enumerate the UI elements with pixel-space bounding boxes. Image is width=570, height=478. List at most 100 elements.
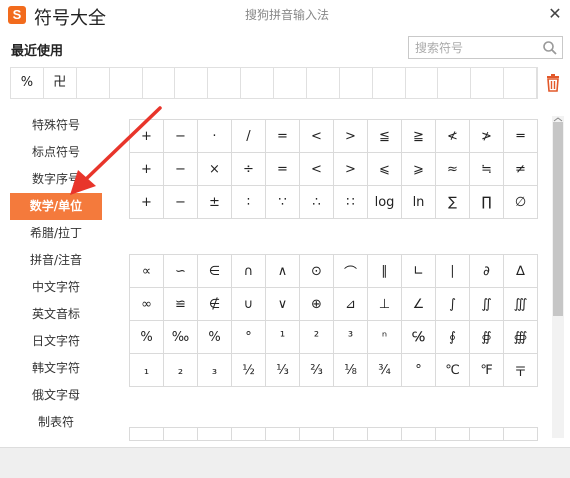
symbol-cell[interactable]: ∞ [129, 287, 164, 321]
symbol-cell[interactable]: ≠ [503, 152, 538, 186]
symbol-cell[interactable]: ° [401, 353, 436, 387]
symbol-cell[interactable] [401, 427, 436, 441]
symbol-cell[interactable]: % [197, 320, 232, 354]
recent-symbol-cell[interactable] [406, 68, 439, 98]
recent-symbol-cell[interactable] [208, 68, 242, 98]
symbol-cell[interactable]: ½ [231, 353, 266, 387]
symbol-cell[interactable]: ∥ [367, 254, 402, 288]
symbol-cell[interactable] [435, 427, 470, 441]
sidebar-item[interactable]: 制表符 [10, 409, 102, 436]
recent-symbol-cell[interactable] [274, 68, 307, 98]
symbol-cell[interactable]: ∵ [265, 185, 300, 219]
symbol-cell[interactable]: ⊙ [299, 254, 334, 288]
symbol-cell[interactable]: > [333, 152, 368, 186]
symbol-cell[interactable]: ⅛ [333, 353, 368, 387]
symbol-cell[interactable]: > [333, 119, 368, 153]
recent-symbol-cell[interactable] [373, 68, 406, 98]
symbol-cell[interactable]: ∂ [469, 254, 504, 288]
sidebar-item[interactable]: 希腊/拉丁 [10, 220, 102, 247]
symbol-cell[interactable]: ∩ [231, 254, 266, 288]
symbol-cell[interactable]: ⩾ [401, 152, 436, 186]
search-box[interactable] [408, 36, 563, 59]
symbol-cell[interactable] [333, 427, 368, 441]
symbol-cell[interactable]: ∬ [469, 287, 504, 321]
symbol-cell[interactable]: = [265, 152, 300, 186]
symbol-cell[interactable] [265, 427, 300, 441]
symbol-cell[interactable]: ² [299, 320, 334, 354]
symbol-cell[interactable]: ₁ [129, 353, 164, 387]
symbol-cell[interactable]: ⌒ [333, 254, 368, 288]
symbol-cell[interactable]: ℃ [435, 353, 470, 387]
symbol-cell[interactable]: ∅ [503, 185, 538, 219]
search-icon[interactable] [542, 40, 558, 56]
symbol-cell[interactable] [367, 427, 402, 441]
symbol-cell[interactable] [129, 427, 164, 441]
symbol-cell[interactable]: ≯ [469, 119, 504, 153]
sidebar-item[interactable]: 数字序号 [10, 166, 102, 193]
symbol-cell[interactable]: ≌ [163, 287, 198, 321]
recent-symbol-cell[interactable] [77, 68, 110, 98]
symbol-cell[interactable]: ∽ [163, 254, 198, 288]
symbol-cell[interactable]: ∏ [469, 185, 504, 219]
symbol-cell[interactable]: ∨ [265, 287, 300, 321]
sidebar-item[interactable]: 拼音/注音 [10, 247, 102, 274]
symbol-cell[interactable]: ═ [503, 119, 538, 153]
symbol-cell[interactable]: ≒ [469, 152, 504, 186]
symbol-cell[interactable]: ⅓ [265, 353, 300, 387]
trash-icon[interactable] [545, 74, 561, 92]
symbol-cell[interactable] [197, 427, 232, 441]
recent-symbol-cell[interactable] [110, 68, 143, 98]
recent-symbol-cell[interactable] [307, 68, 340, 98]
sidebar-item[interactable]: 英文音标 [10, 301, 102, 328]
recent-symbol-cell[interactable] [471, 68, 505, 98]
symbol-cell[interactable]: ∟ [401, 254, 436, 288]
symbol-cell[interactable]: ∉ [197, 287, 232, 321]
search-input[interactable] [415, 39, 535, 56]
symbol-cell[interactable]: + [129, 185, 164, 219]
symbol-cell[interactable]: ≧ [401, 119, 436, 153]
symbol-cell[interactable]: ¹ [265, 320, 300, 354]
sidebar-item[interactable]: 韩文字符 [10, 355, 102, 382]
recent-symbol-cell[interactable]: % [11, 68, 44, 98]
symbol-cell[interactable]: ≮ [435, 119, 470, 153]
symbol-cell[interactable]: ∆ [503, 254, 538, 288]
symbol-cell[interactable]: ° [231, 320, 266, 354]
symbol-cell[interactable] [231, 427, 266, 441]
symbol-cell[interactable] [299, 427, 334, 441]
recent-symbol-cell[interactable] [438, 68, 472, 98]
recent-symbol-cell[interactable] [241, 68, 274, 98]
sidebar-item[interactable]: 数学/单位 [10, 193, 102, 220]
symbol-cell[interactable] [163, 427, 198, 441]
symbol-cell[interactable]: % [129, 320, 164, 354]
symbol-cell[interactable]: − [163, 119, 198, 153]
symbol-cell[interactable]: ∴ [299, 185, 334, 219]
symbol-cell[interactable]: + [129, 152, 164, 186]
symbol-cell[interactable]: ⊿ [333, 287, 368, 321]
symbol-cell[interactable]: ‰ [163, 320, 198, 354]
symbol-cell[interactable]: ln [401, 185, 436, 219]
sidebar-item[interactable]: 中文字符 [10, 274, 102, 301]
symbol-cell[interactable]: ∣ [435, 254, 470, 288]
symbol-cell[interactable]: ∝ [129, 254, 164, 288]
symbol-cell[interactable]: ⊥ [367, 287, 402, 321]
symbol-cell[interactable]: ⩽ [367, 152, 402, 186]
symbol-cell[interactable]: ∶ [231, 185, 266, 219]
recent-symbol-cell[interactable]: 卍 [44, 68, 77, 98]
sidebar-item[interactable]: 标点符号 [10, 139, 102, 166]
symbol-cell[interactable]: ⁿ [367, 320, 402, 354]
recent-symbol-cell[interactable] [175, 68, 209, 98]
symbol-cell[interactable]: ℉ [469, 353, 504, 387]
symbol-cell[interactable]: 〒 [503, 353, 538, 387]
symbol-cell[interactable]: ∧ [265, 254, 300, 288]
symbol-cell[interactable]: × [197, 152, 232, 186]
symbol-cell[interactable]: · [197, 119, 232, 153]
recent-symbol-cell[interactable] [143, 68, 176, 98]
symbol-cell[interactable]: ∰ [503, 320, 538, 354]
symbol-cell[interactable]: < [299, 119, 334, 153]
symbol-cell[interactable]: ℅ [401, 320, 436, 354]
symbol-cell[interactable]: ∪ [231, 287, 266, 321]
close-icon[interactable]: ✕ [545, 4, 565, 24]
symbol-cell[interactable]: ³ [333, 320, 368, 354]
symbol-cell[interactable]: ∯ [469, 320, 504, 354]
symbol-cell[interactable] [469, 427, 504, 441]
